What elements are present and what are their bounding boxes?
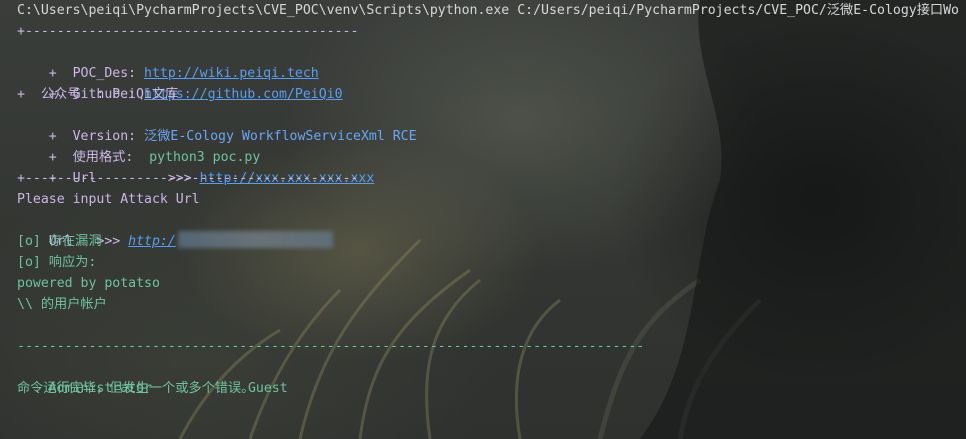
banner-poc-des: + POC_Des: http://wiki.peiqi.tech	[17, 42, 319, 81]
attack-url-prompt: Please input Attack Url	[17, 192, 200, 207]
command-line: C:\Users\peiqi\PycharmProjects\CVE_POC\v…	[17, 3, 959, 18]
powered-by-line: powered by potatso	[17, 276, 160, 291]
user-accounts-line: \\ 的用户帐户	[17, 297, 107, 312]
redacted-url-blur	[177, 231, 333, 248]
run-console: C:\Users\peiqi\PycharmProjects\CVE_POC\v…	[17, 0, 966, 439]
banner-border-bottom: +---------------------------------------…	[17, 171, 359, 186]
command-result-line: 命令运行完毕，但发生一个或多个错误。	[17, 381, 255, 396]
banner-url: + Url >>> http://xxx.xxx.xxx.xxx	[17, 147, 375, 186]
banner-border-top: +---------------------------------------…	[17, 24, 359, 39]
banner-wechat: + 公众号 : PeiQi文库	[17, 87, 179, 102]
banner-github: + Github : https://github.com/PeiQi0	[17, 63, 343, 102]
url-input-line: Url >>> http:/	[17, 210, 333, 249]
accounts-row: Administrator Guest	[17, 357, 288, 396]
output-separator: ----------------------------------------…	[17, 339, 645, 354]
banner-version: + Version: 泛微E-Cology WorkflowServiceXml…	[17, 105, 417, 144]
vuln-exists-line: [o] 存在漏洞	[17, 234, 102, 249]
url-input-value[interactable]: http:/	[128, 234, 176, 249]
response-line: [o] 响应为:	[17, 255, 97, 270]
banner-usage: + 使用格式: python3 poc.py	[17, 126, 261, 165]
